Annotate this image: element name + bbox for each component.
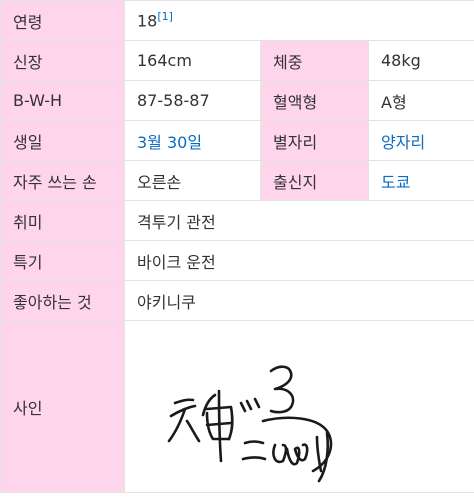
blood-type-value: A형 [367,80,474,121]
zodiac-value-cell: 양자리 [367,120,474,161]
birthday-link[interactable]: 3월 30일 [137,133,202,152]
hobby-label: 취미 [0,200,125,241]
birthday-label: 생일 [0,120,125,161]
row-age: 연령 18[1] [0,0,474,41]
origin-value-cell: 도쿄 [367,160,474,201]
blood-type-label: 혈액형 [260,80,369,121]
signature-image [137,322,462,492]
zodiac-link[interactable]: 양자리 [381,133,425,152]
handwritten-signature [167,365,333,483]
bwh-value: 87-58-87 [124,80,261,121]
row-height-weight: 신장 164cm 체중 48kg [0,40,474,81]
likes-value: 야키니쿠 [123,280,474,321]
likes-label: 좋아하는 것 [0,280,125,321]
origin-link[interactable]: 도쿄 [381,173,410,192]
signature-cell [123,320,474,493]
dominant-hand-label: 자주 쓰는 손 [0,160,125,201]
row-signature: 사인 [0,320,474,493]
age-label: 연령 [0,0,125,41]
row-hobby: 취미 격투기 관전 [0,200,474,241]
weight-value: 48kg [367,40,474,81]
age-value-cell: 18[1] [123,0,474,41]
bwh-label: B-W-H [0,80,125,121]
row-likes: 좋아하는 것 야키니쿠 [0,280,474,321]
age-reference-link[interactable]: [1] [157,10,173,23]
origin-label: 출신지 [260,160,369,201]
height-label: 신장 [0,40,125,81]
row-bwh-blood: B-W-H 87-58-87 혈액형 A형 [0,80,474,121]
height-value: 164cm [124,40,261,81]
age-value: 18 [137,11,158,31]
row-birthday-zodiac: 생일 3월 30일 별자리 양자리 [0,120,474,161]
weight-label: 체중 [260,40,369,81]
profile-table: 연령 18[1] 신장 164cm 체중 48kg B-W-H 87-58-87… [0,0,474,493]
zodiac-label: 별자리 [260,120,369,161]
dominant-hand-value: 오른손 [124,160,261,201]
skill-label: 특기 [0,240,125,281]
row-skill: 특기 바이크 운전 [0,240,474,281]
row-hand-origin: 자주 쓰는 손 오른손 출신지 도쿄 [0,160,474,201]
skill-value: 바이크 운전 [123,240,474,281]
signature-label: 사인 [0,320,125,493]
hobby-value: 격투기 관전 [123,200,474,241]
birthday-value-cell: 3월 30일 [124,120,261,161]
